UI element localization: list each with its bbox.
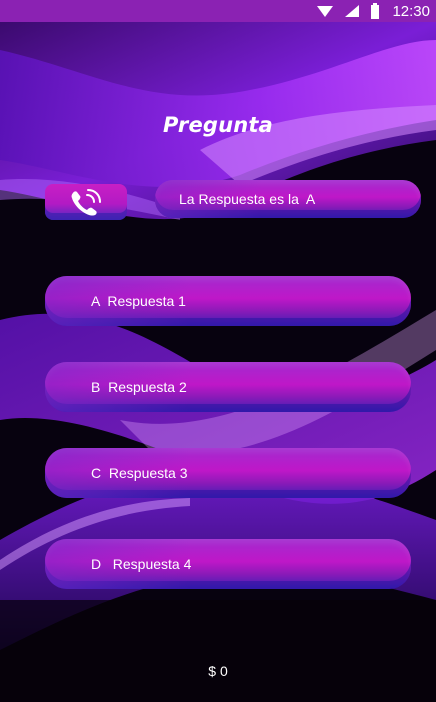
hint-text: La Respuesta es la A (179, 191, 316, 207)
answer-d-button[interactable]: D Respuesta 4 (45, 539, 411, 589)
answer-b-label: B Respuesta 2 (91, 379, 187, 395)
status-time: 12:30 (392, 2, 430, 20)
signal-icon (345, 5, 360, 17)
answer-b-button[interactable]: B Respuesta 2 (45, 362, 411, 412)
phone-call-icon (71, 189, 101, 216)
answer-d-label: D Respuesta 4 (91, 556, 192, 572)
answer-a-button[interactable]: A Respuesta 1 (45, 276, 411, 326)
battery-icon (371, 3, 380, 19)
purple-wave-background (0, 0, 436, 702)
answer-a-label: A Respuesta 1 (91, 293, 186, 309)
hint-display: La Respuesta es la A (155, 180, 421, 218)
prize-money: $ 0 (208, 663, 228, 679)
status-bar: 12:30 (0, 0, 436, 22)
answer-c-button[interactable]: C Respuesta 3 (45, 448, 411, 498)
answer-c-label: C Respuesta 3 (91, 465, 188, 481)
background-art (0, 0, 436, 702)
question-title: Pregunta (162, 113, 274, 137)
wifi-icon (317, 6, 334, 17)
phone-lifeline-button[interactable] (45, 184, 127, 220)
